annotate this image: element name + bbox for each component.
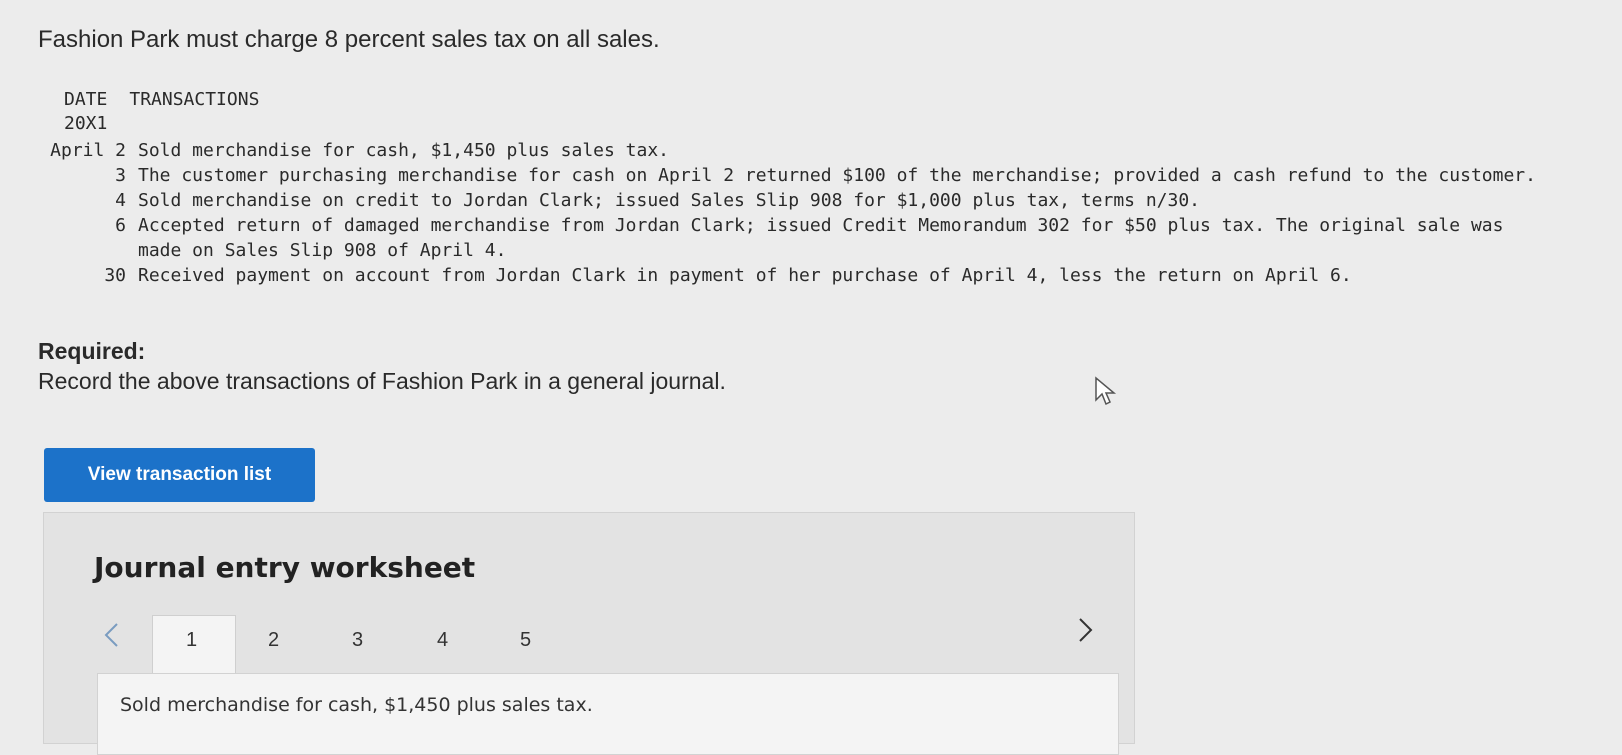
chevron-left-icon[interactable] — [99, 620, 125, 650]
tab-3[interactable]: 3 — [352, 629, 363, 652]
worksheet-title: Journal entry worksheet — [94, 551, 476, 584]
transactions-column-header: TRANSACTIONS — [129, 89, 260, 110]
tab-4[interactable]: 4 — [437, 629, 448, 652]
tab-5[interactable]: 5 — [520, 629, 531, 652]
tab-2[interactable]: 2 — [268, 629, 279, 652]
required-label: Required: — [38, 338, 146, 364]
transaction-text: Sold merchandise on credit to Jordan Cla… — [138, 190, 1201, 211]
mouse-cursor-icon — [1095, 376, 1117, 406]
transaction-row: 30 Received payment on account from Jord… — [36, 263, 1538, 288]
view-transaction-list-button[interactable]: View transaction list — [44, 448, 315, 502]
chevron-right-icon[interactable] — [1072, 615, 1098, 645]
transaction-text: Received payment on account from Jordan … — [138, 265, 1352, 286]
entry-description: Sold merchandise for cash, $1,450 plus s… — [120, 694, 593, 716]
transaction-date: 6 — [115, 215, 126, 236]
required-instructions: Record the above transactions of Fashion… — [38, 368, 726, 394]
transactions-header: DATE TRANSACTIONS — [64, 89, 281, 110]
date-column-header: DATE — [64, 89, 108, 110]
transaction-date: 30 — [104, 265, 126, 286]
transaction-date: April 2 — [50, 140, 126, 161]
transaction-row: April 2 Sold merchandise for cash, $1,45… — [36, 138, 1538, 163]
transaction-text: Accepted return of damaged merchandise f… — [138, 215, 1504, 261]
journal-entry-worksheet: Journal entry worksheet 1 2 3 4 5 Sold m… — [43, 512, 1135, 755]
transaction-row: 3 The customer purchasing merchandise fo… — [36, 163, 1538, 188]
transaction-date: 4 — [115, 190, 126, 211]
year-label: 20X1 — [64, 113, 108, 134]
transaction-row: 6 Accepted return of damaged merchandise… — [36, 213, 1538, 263]
transaction-date: 3 — [115, 165, 126, 186]
tab-1[interactable]: 1 — [186, 629, 197, 652]
transaction-row: 4 Sold merchandise on credit to Jordan C… — [36, 188, 1538, 213]
transactions-table: April 2 Sold merchandise for cash, $1,45… — [36, 138, 1538, 288]
problem-intro: Fashion Park must charge 8 percent sales… — [38, 26, 660, 53]
entry-panel: Sold merchandise for cash, $1,450 plus s… — [97, 673, 1119, 755]
transaction-text: Sold merchandise for cash, $1,450 plus s… — [138, 140, 670, 161]
transaction-text: The customer purchasing merchandise for … — [138, 165, 1536, 186]
